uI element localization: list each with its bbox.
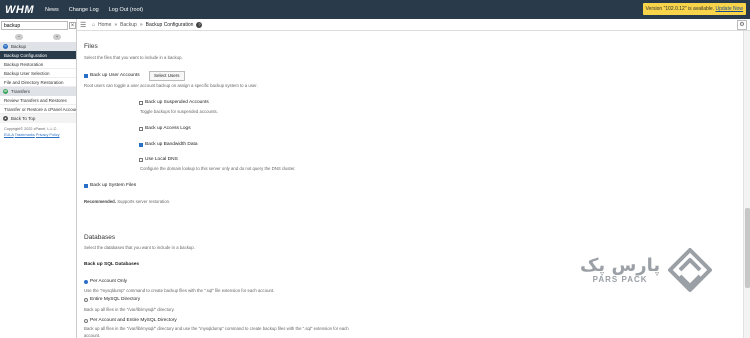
radio-unselected[interactable] — [84, 318, 88, 323]
top-bar: WHM News Change Log Log Out (root) Versi… — [0, 0, 750, 19]
checkbox-label: Back up System Files — [90, 183, 137, 188]
back-to-top-label: Back To Top — [11, 116, 36, 121]
radio-selected[interactable] — [84, 279, 88, 284]
breadcrumb-home[interactable]: Home — [98, 22, 111, 28]
news-link[interactable]: News — [45, 7, 59, 13]
sidebar-item-backup-user-selection[interactable]: Backup User Selection — [0, 69, 76, 78]
parspack-watermark: پارس پک PARS PACK — [580, 246, 714, 294]
breadcrumb-bar: ☰ ⌂ Home » Backup » Backup Configuration… — [77, 19, 750, 31]
update-now-link[interactable]: Update Now — [715, 6, 743, 12]
hamburger-menu-icon[interactable]: ☰ — [80, 21, 88, 29]
both-radio[interactable]: Per Account and Entire MySQL Directory — [84, 318, 177, 323]
expand-all-icon[interactable]: + — [53, 33, 61, 40]
checkbox-checked[interactable] — [139, 142, 143, 147]
sidebar-search: × — [0, 20, 76, 31]
checkbox-label: Back up Bandwidth Data — [145, 142, 198, 147]
local-dns-checkbox[interactable]: Use Local DNS — [139, 157, 178, 162]
sidebar-item-review-transfers[interactable]: Review Transfers and Restores — [0, 96, 76, 105]
radio-unselected[interactable] — [84, 297, 88, 302]
backup-icon: ↻ — [3, 44, 8, 49]
sidebar-item-transfer-restore[interactable]: Transfer or Restore a cPanel Account — [0, 105, 76, 114]
files-heading: Files — [84, 43, 98, 50]
bandwidth-data-checkbox[interactable]: Back up Bandwidth Data — [139, 142, 198, 147]
breadcrumb: ⌂ Home » Backup » Backup Configuration ? — [92, 21, 203, 28]
checkbox-unchecked[interactable] — [139, 126, 143, 131]
root-note: Root users can toggle a user account bac… — [84, 83, 258, 88]
backup-user-accounts-checkbox[interactable]: Back up User Accounts — [84, 73, 140, 78]
brand-name-en: PARS PACK — [592, 274, 648, 284]
sidebar-item-backup-restoration[interactable]: Backup Restoration — [0, 60, 76, 69]
breadcrumb-sep: » — [139, 21, 143, 28]
help-icon[interactable]: ? — [196, 21, 203, 28]
changelog-link[interactable]: Change Log — [69, 7, 99, 13]
search-input[interactable] — [1, 21, 68, 30]
home-icon[interactable]: ⌂ — [92, 22, 95, 28]
transfers-icon: ⇄ — [3, 89, 8, 94]
eula-link[interactable]: EULA — [4, 133, 14, 137]
checkbox-label: Use Local DNS — [145, 157, 178, 162]
checkbox-label: Back up Suspended Accounts — [145, 100, 209, 105]
page-scrollbar[interactable] — [743, 31, 750, 338]
checkbox-label: Back up Access Logs — [145, 126, 191, 131]
collapse-all-icon[interactable]: − — [15, 33, 23, 40]
system-files-checkbox[interactable]: Back up System Files — [84, 183, 136, 188]
both-desc-cont: account. — [84, 333, 101, 338]
sidebar-section-backup[interactable]: ↻ Backup — [0, 42, 76, 51]
recommended-label: Recommended. — [84, 199, 116, 204]
brand-text: پارس پک PARS PACK — [580, 254, 661, 284]
entire-directory-radio[interactable]: Entire MySQL Directory — [84, 297, 140, 302]
brand-name-fa: پارس پک — [580, 254, 661, 276]
version-notice: Version "102.0.12" is available. Update … — [642, 3, 746, 15]
logout-link[interactable]: Log Out (root) — [109, 7, 143, 13]
top-nav: News Change Log Log Out (root) — [45, 7, 143, 13]
checkbox-unchecked[interactable] — [139, 100, 143, 105]
sidebar-section-transfers[interactable]: ⇄ Transfers — [0, 87, 76, 96]
trademarks-link[interactable]: Trademarks — [15, 133, 35, 137]
sidebar: × − + ↻ Backup Backup Configuration Back… — [0, 19, 77, 338]
databases-heading: Databases — [84, 234, 116, 241]
recommended-text: Supports server restoration. — [116, 199, 171, 204]
checkbox-label: Back up User Accounts — [90, 73, 140, 78]
local-dns-desc: Configure the domain lookup to this serv… — [140, 166, 296, 171]
arrow-up-icon: ▲ — [3, 116, 8, 121]
privacy-link[interactable]: Privacy Policy — [36, 133, 60, 137]
breadcrumb-sep: » — [114, 21, 118, 28]
sidebar-item-file-restoration[interactable]: File and Directory Restoration — [0, 78, 76, 87]
recommended-note: Recommended. Supports server restoration… — [84, 199, 170, 204]
access-logs-checkbox[interactable]: Back up Access Logs — [139, 126, 191, 131]
section-label: Transfers — [11, 89, 30, 94]
radio-label: Entire MySQL Directory — [90, 297, 141, 302]
version-text: Version "102.0.12" is available. — [645, 6, 716, 12]
databases-desc: Select the databases that you want to in… — [84, 245, 195, 250]
radio-label: Per Account Only — [90, 279, 128, 284]
files-desc: Select the files that you want to includ… — [84, 55, 183, 60]
checkbox-checked[interactable] — [84, 73, 88, 78]
back-to-top[interactable]: ▲ Back To Top — [0, 114, 76, 123]
suspended-desc: Toggle backups for suspended accounts. — [140, 109, 218, 114]
scrollbar-thumb[interactable] — [745, 208, 750, 288]
select-users-button[interactable]: Select Users — [149, 71, 185, 81]
entire-directory-desc: Back up all files in the "/var/lib/mysql… — [84, 307, 175, 312]
suspended-accounts-checkbox[interactable]: Back up Suspended Accounts — [139, 100, 209, 105]
section-label: Backup — [11, 44, 27, 49]
sidebar-item-backup-configuration[interactable]: Backup Configuration — [0, 51, 76, 60]
per-account-radio[interactable]: Per Account Only — [84, 279, 127, 284]
clear-search-icon[interactable]: × — [69, 22, 76, 29]
per-account-desc: Use the "mysqldump" command to create ba… — [84, 288, 275, 293]
collapse-controls: − + — [0, 32, 76, 41]
sidebar-footer: Copyright© 2022 cPanel, L.L.C. EULA Trad… — [0, 123, 76, 141]
sql-heading: Back up SQL Databases — [84, 262, 140, 267]
gear-icon[interactable]: ⚙ — [737, 20, 747, 30]
radio-label: Per Account and Entire MySQL Directory — [90, 318, 177, 323]
checkbox-checked[interactable] — [84, 183, 88, 188]
breadcrumb-backup[interactable]: Backup — [120, 22, 137, 28]
checkbox-unchecked[interactable] — [139, 157, 143, 162]
parspack-logo-icon — [668, 248, 713, 292]
page-title: Backup Configuration — [145, 21, 194, 28]
both-desc: Back up all files in the "/var/lib/mysql… — [84, 326, 349, 331]
whm-logo[interactable]: WHM — [0, 4, 40, 16]
